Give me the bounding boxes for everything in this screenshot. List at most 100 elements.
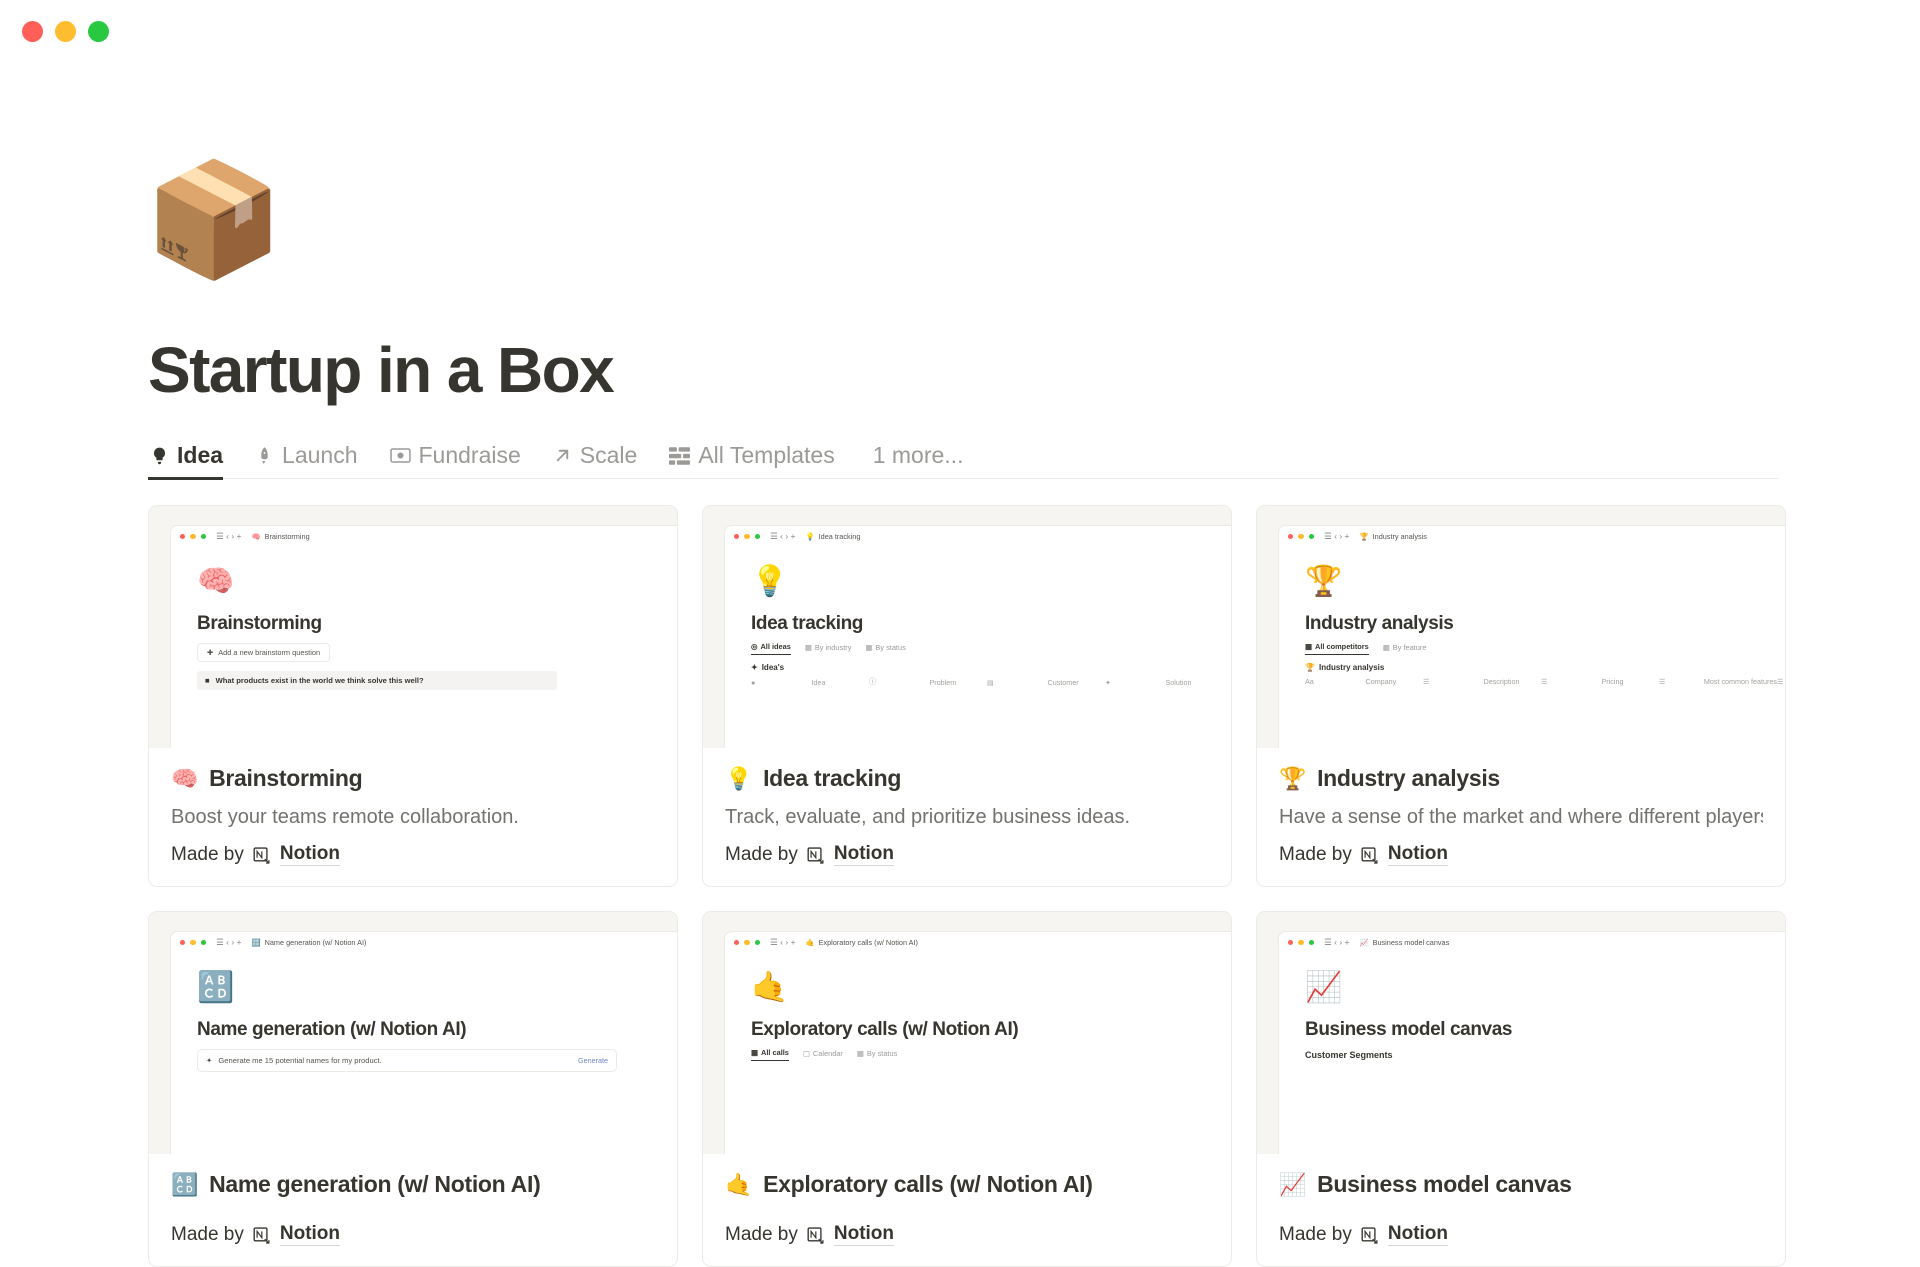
page-icon: ■ bbox=[205, 676, 210, 686]
mini-content: 🔠 Name generation (w/ Notion AI) ✦ Gener… bbox=[171, 953, 677, 1073]
mini-minimize-icon bbox=[744, 533, 750, 540]
template-title: Brainstorming bbox=[209, 765, 363, 792]
window-close-button[interactable] bbox=[22, 20, 43, 42]
tab-label: All Templates bbox=[698, 442, 835, 469]
tab-scale[interactable]: Scale bbox=[551, 433, 652, 478]
tab-launch[interactable]: Launch bbox=[253, 433, 371, 478]
mini-minimize-icon bbox=[744, 939, 750, 946]
template-card[interactable]: ☰ ‹ › + 🔠 Name generation (w/ Notion AI)… bbox=[148, 911, 678, 1267]
mini-window: ☰ ‹ › + 🧠 Brainstorming Share 💬 ⏱ ☆ ··· bbox=[171, 526, 677, 749]
table-icon: ▦ bbox=[751, 1048, 758, 1058]
template-author[interactable]: Notion bbox=[833, 843, 895, 867]
window-maximize-button[interactable] bbox=[88, 20, 109, 42]
mini-maximize-icon bbox=[200, 533, 207, 540]
mini-content: 💡 Idea tracking ◎ All ideas ▦ By industry … bbox=[725, 547, 1231, 687]
mini-minimize-icon bbox=[1298, 533, 1304, 540]
mini-window-titlebar: ☰ ‹ › + 💡 Idea tracking Share 💬 ⏱ ☆ ··· bbox=[725, 526, 1231, 547]
template-author[interactable]: Notion bbox=[833, 1223, 895, 1247]
plus-circle-icon: ✚ bbox=[207, 648, 214, 658]
window-minimize-button[interactable] bbox=[55, 20, 76, 42]
mini-section-title: 🏆 Industry analysis bbox=[1305, 663, 1385, 673]
mini-close-icon bbox=[734, 533, 740, 540]
calendar-icon: ▢ bbox=[802, 1048, 810, 1058]
template-author[interactable]: Notion bbox=[279, 1223, 341, 1247]
template-title-row: 🧠 Brainstorming bbox=[171, 765, 655, 792]
mini-title-emoji: 🏆 bbox=[1359, 532, 1369, 542]
mini-close-icon bbox=[1288, 939, 1294, 946]
made-by-label: Made by bbox=[171, 1223, 244, 1245]
mini-view-tab: ▢ Calendar bbox=[802, 1048, 843, 1058]
sparkle-icon: ✦ bbox=[751, 663, 758, 673]
grid-icon bbox=[669, 446, 691, 465]
info-icon: ⓘ bbox=[869, 677, 877, 687]
template-title: Industry analysis bbox=[1317, 765, 1500, 792]
mini-page-title: Idea tracking bbox=[751, 613, 864, 635]
board-icon: ▦ bbox=[865, 642, 873, 652]
mini-nav-icons: ☰ ‹ › + bbox=[1324, 937, 1350, 948]
tab-more[interactable]: 1 more... bbox=[865, 433, 978, 478]
mini-table-header: ● Idea ⓘ Problem ▤ Customer ✦ Solution bbox=[751, 677, 1231, 687]
column-header: ☰ Pricing bbox=[1541, 677, 1624, 687]
page-body: 📦 Startup in a Box Idea Launch Fundraise… bbox=[0, 62, 1920, 1267]
generate-button: Generate bbox=[578, 1056, 608, 1066]
window-titlebar bbox=[0, 0, 1920, 62]
person-icon: ▤ bbox=[987, 677, 994, 687]
tab-label: Launch bbox=[282, 442, 358, 469]
mini-window-titlebar: ☰ ‹ › + 🔠 Name generation (w/ Notion AI)… bbox=[171, 932, 677, 953]
mini-minimize-icon bbox=[190, 533, 196, 540]
mini-page-emoji: 🤙 bbox=[751, 971, 789, 1005]
mini-view-tab: ▦ All calls bbox=[751, 1048, 789, 1062]
template-card[interactable]: ☰ ‹ › + 📈 Business model canvas Share 💬 … bbox=[1256, 911, 1786, 1267]
notion-logo-icon bbox=[252, 845, 272, 865]
tab-label: 1 more... bbox=[872, 442, 964, 469]
text-icon: ☰ bbox=[1659, 677, 1666, 687]
mini-window: ☰ ‹ › + 📈 Business model canvas Share 💬 … bbox=[1279, 932, 1785, 1155]
mini-window-titlebar: ☰ ‹ › + 🧠 Brainstorming Share 💬 ⏱ ☆ ··· bbox=[171, 526, 677, 547]
mini-page-emoji: 🧠 bbox=[197, 565, 235, 599]
notion-logo-icon bbox=[806, 1225, 826, 1245]
mini-view-tab: ◎ All ideas bbox=[751, 642, 791, 656]
template-preview: ☰ ‹ › + 💡 Idea tracking Share 💬 ⏱ ☆ ··· bbox=[703, 506, 1231, 749]
template-author-row: Made by Notion bbox=[171, 843, 655, 867]
template-author[interactable]: Notion bbox=[279, 843, 341, 867]
made-by-label: Made by bbox=[725, 1223, 798, 1245]
template-author[interactable]: Notion bbox=[1387, 843, 1449, 867]
template-emoji: 🏆 bbox=[1279, 765, 1307, 791]
mini-nav-icons: ☰ ‹ › + bbox=[1324, 531, 1350, 542]
template-card-info: 💡 Idea tracking Track, evaluate, and pri… bbox=[703, 748, 1231, 886]
tab-idea[interactable]: Idea bbox=[148, 433, 237, 480]
mini-maximize-icon bbox=[1308, 533, 1315, 540]
mini-minimize-icon bbox=[1298, 939, 1304, 946]
content-column: 📦 Startup in a Box Idea Launch Fundraise… bbox=[144, 62, 1786, 1267]
template-description: Have a sense of the market and where dif… bbox=[1279, 806, 1763, 829]
column-header: ☰Where we win bbox=[1777, 677, 1785, 686]
mini-nav-icons: ☰ ‹ › + bbox=[216, 937, 242, 948]
template-author[interactable]: Notion bbox=[1387, 1223, 1449, 1247]
text-icon: ☰ bbox=[1541, 677, 1548, 687]
mini-window: ☰ ‹ › + 🔠 Name generation (w/ Notion AI)… bbox=[171, 932, 677, 1155]
template-emoji: 🤙 bbox=[725, 1171, 753, 1197]
tab-all-templates[interactable]: All Templates bbox=[667, 433, 848, 478]
mini-page-title: Name generation (w/ Notion AI) bbox=[197, 1019, 467, 1041]
mini-window-titlebar: ☰ ‹ › + 📈 Business model canvas Share 💬 … bbox=[1279, 932, 1785, 953]
lightbulb-icon bbox=[150, 446, 169, 465]
mini-view-tab: ▦ By status bbox=[856, 1048, 898, 1058]
tab-fundraise[interactable]: Fundraise bbox=[388, 433, 535, 478]
mini-page-emoji: 🔠 bbox=[197, 971, 235, 1005]
table-icon: ▦ bbox=[1305, 642, 1312, 652]
template-preview: ☰ ‹ › + 🧠 Brainstorming Share 💬 ⏱ ☆ ··· bbox=[149, 506, 677, 749]
template-card[interactable]: ☰ ‹ › + 💡 Idea tracking Share 💬 ⏱ ☆ ··· bbox=[702, 505, 1232, 888]
mini-content: 📈 Business model canvas Customer Segment… bbox=[1279, 953, 1785, 1061]
template-card[interactable]: ☰ ‹ › + 🧠 Brainstorming Share 💬 ⏱ ☆ ··· bbox=[148, 505, 678, 888]
mini-view-tab: ▦ By feature bbox=[1382, 642, 1427, 652]
mini-table-header: Aa Company ☰ Description ☰ Pricing ☰ Most co… bbox=[1305, 677, 1785, 686]
mini-window-title: 🧠 Brainstorming bbox=[251, 532, 310, 542]
template-card[interactable]: ☰ ‹ › + 🤙 Exploratory calls (w/ Notion A… bbox=[702, 911, 1232, 1267]
template-card[interactable]: ☰ ‹ › + 🏆 Industry analysis Share 💬 ⏱ ☆ … bbox=[1256, 505, 1786, 888]
rocket-icon bbox=[255, 446, 274, 465]
page-title: Startup in a Box bbox=[148, 334, 615, 406]
mini-page-emoji: 💡 bbox=[751, 565, 789, 599]
made-by-label: Made by bbox=[1279, 843, 1352, 865]
mini-nav-icons: ☰ ‹ › + bbox=[216, 531, 242, 542]
template-author-row: Made by Notion bbox=[725, 1223, 1209, 1247]
